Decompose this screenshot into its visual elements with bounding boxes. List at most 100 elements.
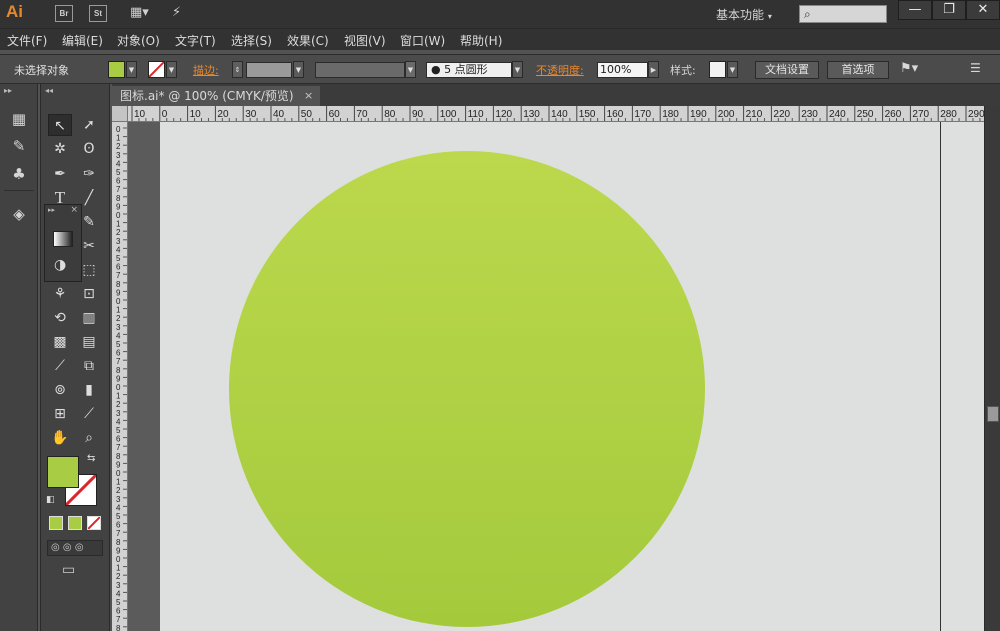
menu-view[interactable]: 视图(V) (344, 32, 386, 49)
stroke-label[interactable]: 描边: (193, 62, 219, 78)
document-setup-button[interactable]: 文档设置 (755, 61, 819, 79)
eyedropper-tool-icon[interactable]: ⟋ (48, 355, 72, 377)
search-field[interactable]: ⌕ (799, 5, 887, 23)
ruler-label: 240 (829, 109, 846, 120)
drawing-modes[interactable]: ◎ ◎ ◎ (47, 540, 103, 556)
stroke-weight-dropdown[interactable]: ▼ (293, 61, 304, 78)
zoom-tool-icon[interactable]: ⌕ (77, 427, 101, 449)
pen-tool-icon[interactable]: ✒ (48, 163, 72, 185)
opacity-slider-toggle[interactable]: ▶ (648, 61, 659, 78)
blend-tool-icon[interactable]: ⧉ (77, 355, 101, 377)
lasso-tool-icon[interactable]: ʘ (77, 138, 101, 160)
menu-help[interactable]: 帮助(H) (460, 32, 502, 49)
vertical-scrollbar[interactable] (984, 106, 1000, 631)
perspective-grid-tool-icon[interactable]: ⊡ (77, 283, 101, 305)
brush-definition[interactable]: ● 5 点圆形 (426, 62, 512, 78)
magic-wand-tool-icon[interactable]: ✲ (48, 138, 72, 160)
brushes-panel-icon[interactable]: ✎ (9, 136, 29, 156)
gradient-mode-button[interactable] (68, 516, 82, 530)
stock-button[interactable]: St (89, 5, 107, 22)
stroke-weight-stepper[interactable]: ⇕ (232, 61, 243, 78)
arrange-documents-icon[interactable]: ▦▾ (130, 5, 149, 21)
stroke-weight-field[interactable] (246, 62, 292, 78)
panel-menu-icon[interactable]: ☰ (970, 61, 981, 75)
ruler-label: 110 (468, 109, 484, 120)
pasteboard-right[interactable] (941, 122, 984, 631)
menu-window[interactable]: 窗口(W) (400, 32, 445, 49)
slice-tool-icon[interactable]: ⟋ (77, 403, 101, 425)
green-circle-shape[interactable] (229, 151, 705, 627)
grid-panel-icon[interactable]: ▦ (9, 109, 29, 129)
ruler-label: 40 (273, 109, 285, 120)
mini-panel-close-icon[interactable]: × (70, 205, 78, 215)
menu-object[interactable]: 对象(O) (117, 32, 160, 49)
graphic-style-swatch[interactable] (709, 61, 726, 78)
ruler-label: 60 (329, 109, 341, 120)
hand-tool-icon[interactable]: ✋ (48, 427, 72, 449)
fill-color-box[interactable] (47, 456, 79, 488)
variable-width-profile[interactable] (315, 62, 405, 78)
stroke-swatch[interactable] (148, 61, 165, 78)
ruler-label: 270 (912, 109, 929, 120)
swap-fill-stroke-icon[interactable]: ⇆ (87, 453, 95, 464)
scrollbar-thumb[interactable] (987, 406, 999, 422)
curvature-tool-icon[interactable]: ✑ (77, 163, 101, 185)
opacity-field[interactable]: 100% (597, 62, 648, 78)
color-mode-button[interactable] (49, 516, 63, 530)
symbol-sprayer-tool-icon[interactable]: ⊚ (48, 379, 72, 401)
minimize-button[interactable]: — (898, 0, 932, 20)
vertical-ruler[interactable]: 0123456789012345678901234567890123456789… (112, 122, 128, 631)
chevron-down-icon: ▾ (767, 12, 772, 21)
profile-dropdown[interactable]: ▼ (405, 61, 416, 78)
workspace-label: 基本功能 (716, 8, 765, 22)
shape-builder-tool-icon[interactable]: ⚘ (48, 283, 72, 305)
mini-panel-expand-icon[interactable]: ▸▸ (48, 206, 55, 214)
selection-status: 未选择对象 (14, 64, 69, 77)
fill-dropdown[interactable]: ▼ (126, 61, 137, 78)
collapse-panel-icon[interactable]: ▸▸ (4, 86, 12, 95)
warp-tool-icon[interactable]: ⟲ (48, 307, 72, 329)
ruler-label: 100 (440, 109, 457, 120)
ruler-label: 70 (356, 109, 368, 120)
direct-selection-tool-icon[interactable]: ➚ (77, 114, 101, 136)
transparency-panel-icon[interactable]: ◑ (54, 257, 66, 273)
style-dropdown[interactable]: ▼ (727, 61, 738, 78)
default-colors-icon[interactable]: ◧ (46, 495, 55, 505)
ruler-label: 210 (746, 109, 763, 120)
menu-select[interactable]: 选择(S) (231, 32, 272, 49)
workspace-switcher[interactable]: 基本功能 ▾ (716, 6, 772, 23)
symbols-panel-icon[interactable]: ♣ (9, 164, 29, 184)
close-tab-icon[interactable]: × (304, 86, 313, 106)
menu-file[interactable]: 文件(F) (7, 32, 47, 49)
gpu-performance-icon[interactable]: ⚡ (172, 5, 181, 21)
close-button[interactable]: ✕ (966, 0, 1000, 20)
screen-mode-icon[interactable]: ▭ (62, 562, 75, 578)
ruler-origin[interactable] (112, 106, 128, 122)
opacity-label[interactable]: 不透明度: (536, 62, 584, 78)
gradient-tool-icon[interactable]: ▤ (77, 331, 101, 353)
selection-tool-icon[interactable]: ↖ (48, 114, 72, 136)
menu-type[interactable]: 文字(T) (175, 32, 216, 49)
gradient-panel-icon[interactable] (53, 231, 73, 247)
select-similar-icon[interactable]: ⚑▾ (900, 61, 918, 76)
ruler-label: 230 (801, 109, 818, 120)
none-mode-button[interactable] (87, 516, 101, 530)
layers-panel-icon[interactable]: ◈ (9, 204, 29, 224)
restore-button[interactable]: ❐ (932, 0, 966, 20)
column-graph-tool-icon[interactable]: ▥ (77, 307, 101, 329)
bar-graph-tool-icon[interactable]: ▮ (77, 379, 101, 401)
fill-swatch[interactable] (108, 61, 125, 78)
ruler-label: 10 (134, 109, 146, 120)
horizontal-ruler[interactable]: 10 0 10 20 30 40 50 60 70 80 90 100 110 120 130 140 150 1… (128, 106, 984, 122)
stroke-dropdown[interactable]: ▼ (166, 61, 177, 78)
ruler-label: 180 (662, 109, 679, 120)
mesh-tool-icon[interactable]: ▩ (48, 331, 72, 353)
tools-collapse-icon[interactable]: ◂◂ (45, 86, 53, 95)
document-tab[interactable]: 图标.ai* @ 100% (CMYK/预览) × (112, 86, 320, 106)
artboard-tool-icon[interactable]: ⊞ (48, 403, 72, 425)
preferences-button[interactable]: 首选项 (827, 61, 889, 79)
menu-edit[interactable]: 编辑(E) (62, 32, 103, 49)
bridge-button[interactable]: Br (55, 5, 73, 22)
brush-dropdown[interactable]: ▼ (512, 61, 523, 78)
menu-effect[interactable]: 效果(C) (287, 32, 329, 49)
